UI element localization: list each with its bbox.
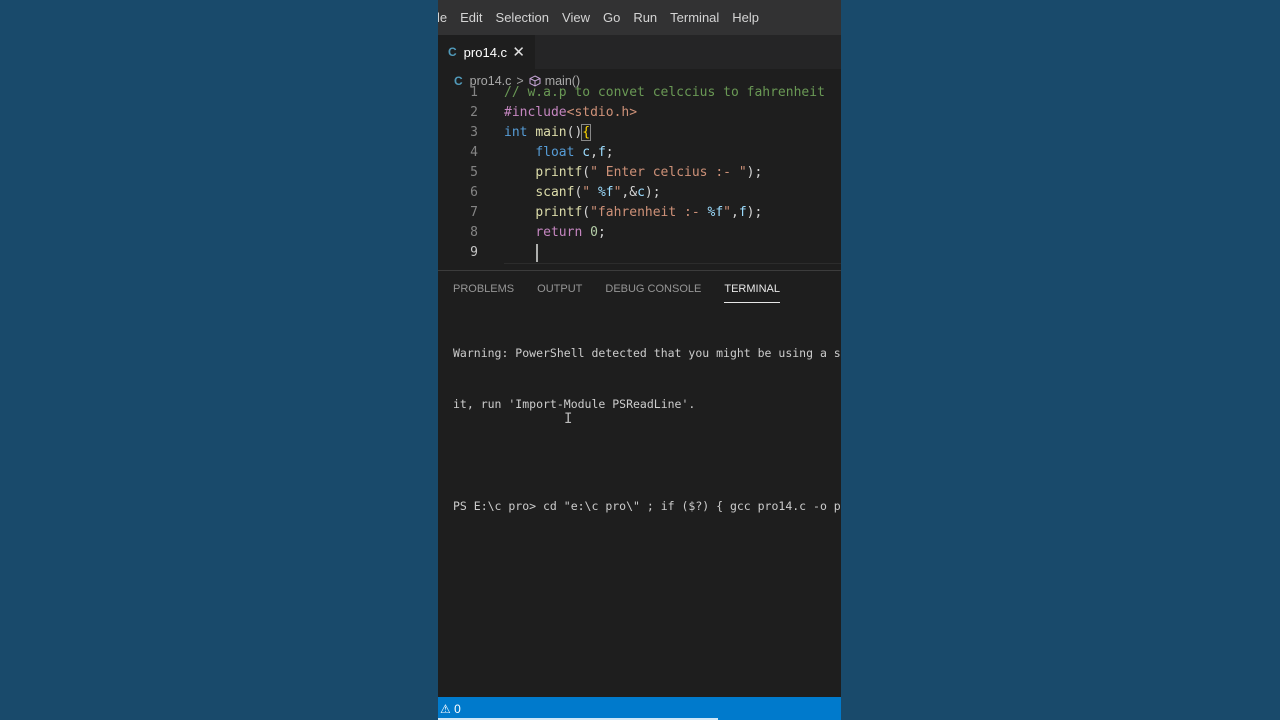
editor-tab-bar: C pro14.c ✕ xyxy=(438,35,841,69)
code-token: f xyxy=(597,145,606,160)
code-token: 0 xyxy=(590,225,598,240)
line-number: 8 xyxy=(470,225,478,240)
code-token: #include xyxy=(504,105,567,120)
menu-selection[interactable]: Selection xyxy=(489,10,555,25)
vscode-window: le Edit Selection View Go Run Terminal H… xyxy=(438,0,841,720)
tab-output[interactable]: OUTPUT xyxy=(537,276,582,302)
tab-label: pro14.c xyxy=(463,44,508,60)
line-number: 1 xyxy=(470,85,478,100)
code-line[interactable]: 1 // w.a.p to convet celccius to fahrenhe… xyxy=(438,83,841,103)
menu-view[interactable]: View xyxy=(556,10,597,25)
code-token: printf xyxy=(535,165,583,180)
code-text: int main(){ xyxy=(504,123,592,143)
code-text: printf("fahrenheit :- %f",f); xyxy=(504,203,762,223)
menu-file[interactable]: le xyxy=(438,10,454,25)
code-token: printf xyxy=(535,205,583,220)
menu-terminal[interactable]: Terminal xyxy=(664,10,726,25)
code-token: main xyxy=(535,125,567,140)
code-line[interactable]: 3 int main(){ xyxy=(438,123,841,143)
line-number: 3 xyxy=(470,125,478,140)
code-token: " Enter celcius :- " xyxy=(590,165,747,180)
close-icon[interactable]: ✕ xyxy=(512,45,525,60)
code-text: #include<stdio.h> xyxy=(504,103,637,123)
line-number: 7 xyxy=(470,205,478,220)
line-number: 2 xyxy=(470,105,478,120)
c-file-icon: C xyxy=(448,45,457,59)
code-token: float xyxy=(535,145,575,160)
code-token: ); xyxy=(746,205,763,220)
tab-terminal[interactable]: TERMINAL xyxy=(724,276,780,303)
mouse-ibeam-cursor-icon: I xyxy=(564,411,573,427)
code-text: float c,f; xyxy=(504,143,614,163)
terminal-output[interactable]: Warning: PowerShell detected that you mi… xyxy=(438,307,841,553)
code-text: printf(" Enter celcius :- "); xyxy=(504,163,762,183)
code-token: ; xyxy=(597,225,606,240)
code-token: int xyxy=(504,125,528,140)
code-token: ,& xyxy=(621,185,638,200)
code-token: () xyxy=(566,125,583,140)
code-token: "fahrenheit :- xyxy=(590,205,708,220)
code-line[interactable]: 7 printf("fahrenheit :- %f",f); xyxy=(438,203,841,223)
bottom-panel: PROBLEMS OUTPUT DEBUG CONSOLE TERMINAL W… xyxy=(438,270,841,698)
line-number: 6 xyxy=(470,185,478,200)
panel-tab-bar: PROBLEMS OUTPUT DEBUG CONSOLE TERMINAL xyxy=(438,271,841,307)
menu-go[interactable]: Go xyxy=(596,10,626,25)
code-line[interactable]: 8 return 0; xyxy=(438,223,841,243)
code-token: %f xyxy=(597,185,614,200)
code-token: c xyxy=(637,185,645,200)
code-token: <stdio.h> xyxy=(566,105,638,120)
background-left xyxy=(0,0,438,720)
background-right xyxy=(841,0,1280,720)
code-token: { xyxy=(581,124,592,141)
terminal-warning-line-1: Warning: PowerShell detected that you mi… xyxy=(453,346,841,360)
code-token: ( xyxy=(582,165,591,180)
code-token: , xyxy=(731,205,739,220)
problems-count[interactable]: ⚠ 0 xyxy=(440,702,461,716)
code-token: scanf xyxy=(535,185,575,200)
code-editor[interactable]: 1 // w.a.p to convet celccius to fahrenhe… xyxy=(438,85,841,264)
line-number: 5 xyxy=(470,165,478,180)
code-text: scanf(" %f",&c); xyxy=(504,183,661,203)
code-token: // w.a.p to convet celccius to fahrenhei… xyxy=(504,85,825,100)
code-line[interactable]: 4 float c,f; xyxy=(438,143,841,163)
terminal-command-line: PS E:\c pro> cd "e:\c pro\" ; if ($?) { … xyxy=(453,499,841,513)
code-text: // w.a.p to convet celccius to fahrenhei… xyxy=(504,83,825,103)
code-token: ( xyxy=(582,205,591,220)
code-token: f xyxy=(738,205,747,220)
menu-edit[interactable]: Edit xyxy=(454,10,489,25)
terminal-warning-line-2: it, run 'Import-Module PSReadLine'. xyxy=(453,397,696,411)
text-cursor xyxy=(536,244,538,262)
code-token: ); xyxy=(644,185,661,200)
line-number: 4 xyxy=(470,145,478,160)
menu-run[interactable]: Run xyxy=(627,10,664,25)
menu-bar: le Edit Selection View Go Run Terminal H… xyxy=(438,0,841,35)
tab-debug-console[interactable]: DEBUG CONSOLE xyxy=(605,276,701,302)
code-token: c xyxy=(582,145,591,160)
tab-pro14-c[interactable]: C pro14.c ✕ xyxy=(438,35,535,69)
code-line[interactable]: 6 scanf(" %f",&c); xyxy=(438,183,841,203)
tab-problems[interactable]: PROBLEMS xyxy=(453,276,514,302)
code-token: return xyxy=(535,225,583,240)
code-line[interactable]: 2 #include<stdio.h> xyxy=(438,103,841,123)
code-token: " xyxy=(582,185,598,200)
code-token: ; xyxy=(605,145,614,160)
status-bar: ⚠ 0 xyxy=(438,697,841,720)
code-token: , xyxy=(590,145,598,160)
code-token: %f xyxy=(707,205,724,220)
code-text: return 0; xyxy=(504,223,606,243)
code-token: " xyxy=(723,205,731,220)
current-line-highlight xyxy=(504,243,841,264)
code-token: ); xyxy=(746,165,763,180)
code-line[interactable]: 5 printf(" Enter celcius :- "); xyxy=(438,163,841,183)
code-line[interactable]: 9 xyxy=(438,243,841,264)
line-number: 9 xyxy=(470,245,478,260)
menu-help[interactable]: Help xyxy=(726,10,766,25)
